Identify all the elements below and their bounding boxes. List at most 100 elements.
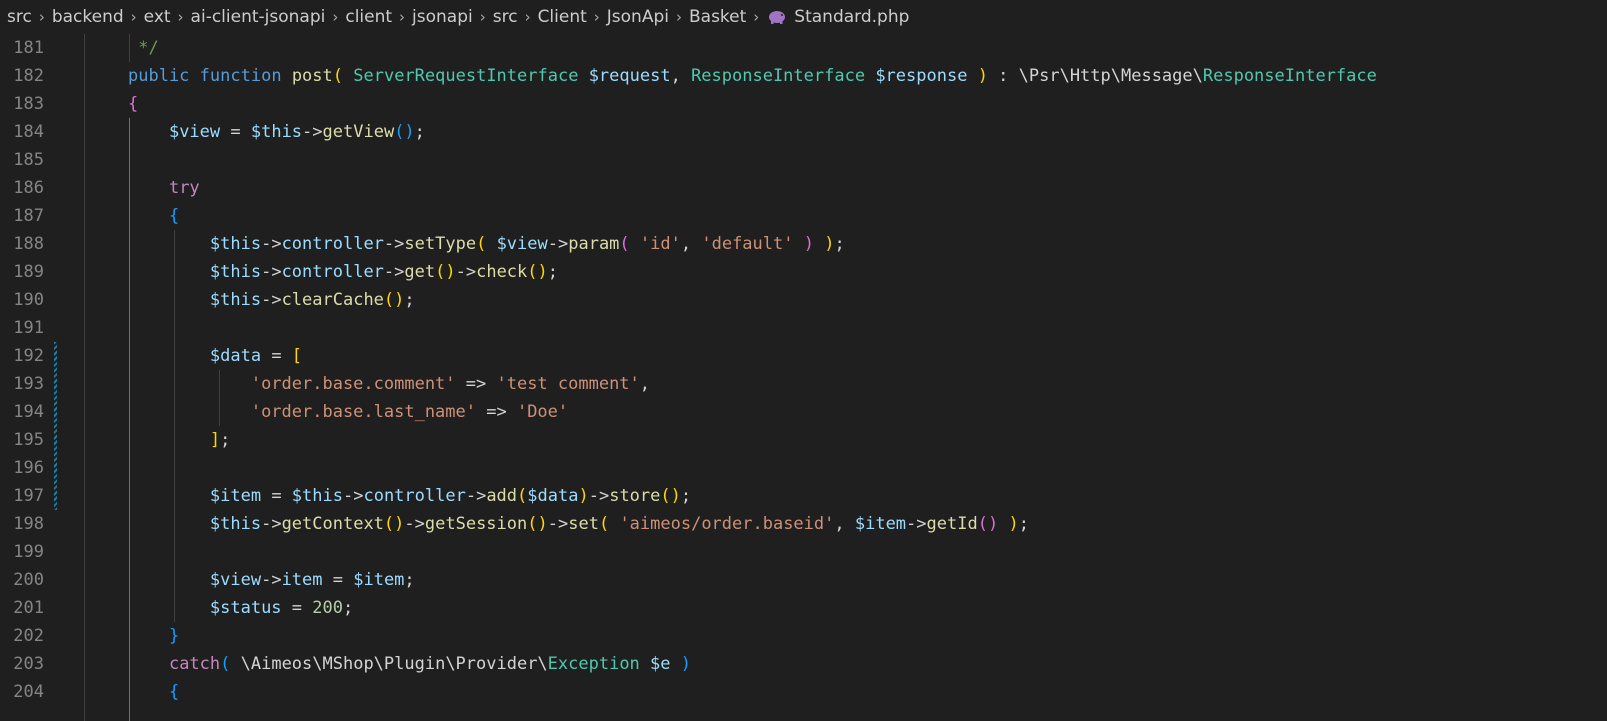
code-line[interactable]: 181 */ xyxy=(0,34,1607,62)
line-number[interactable]: 189 xyxy=(0,258,44,286)
line-number[interactable]: 196 xyxy=(0,454,44,482)
line-number[interactable]: 191 xyxy=(0,314,44,342)
code-token: controller xyxy=(281,234,384,254)
modified-line-marker[interactable] xyxy=(54,482,57,510)
code-line[interactable]: 202 } xyxy=(0,622,1607,650)
code-token: => xyxy=(455,374,497,394)
chevron-right-icon: › xyxy=(38,8,45,26)
line-number[interactable]: 181 xyxy=(0,34,44,62)
code-line[interactable]: 190 $this->clearCache(); xyxy=(0,286,1607,314)
line-number[interactable]: 193 xyxy=(0,370,44,398)
breadcrumb-item[interactable]: ai-client-jsonapi xyxy=(190,7,327,27)
code-line[interactable]: 183 { xyxy=(0,90,1607,118)
code-line[interactable]: 187 { xyxy=(0,202,1607,230)
modified-line-marker[interactable] xyxy=(54,370,57,398)
code-line[interactable]: 192 $data = [ xyxy=(0,342,1607,370)
code-line[interactable]: 200 $view->item = $item; xyxy=(0,566,1607,594)
line-number[interactable]: 202 xyxy=(0,622,44,650)
line-number[interactable]: 204 xyxy=(0,678,44,706)
modified-line-marker[interactable] xyxy=(54,454,57,482)
breadcrumb-item[interactable]: JsonApi xyxy=(606,7,670,27)
code-token: $view xyxy=(209,570,262,590)
code-token: { xyxy=(128,94,139,114)
code-line[interactable]: 191 xyxy=(0,314,1607,342)
breadcrumb-item[interactable]: ext xyxy=(143,7,172,27)
code-line[interactable]: 197 $item = $this->controller->add($data… xyxy=(0,482,1607,510)
code-text: try xyxy=(128,174,200,202)
code-line[interactable]: 185 xyxy=(0,146,1607,174)
code-line[interactable]: 186 try xyxy=(0,174,1607,202)
code-token: controller xyxy=(281,262,384,282)
code-editor[interactable]: 181 */182 public function post( ServerReq… xyxy=(0,34,1607,721)
modified-line-marker[interactable] xyxy=(54,342,57,370)
line-number[interactable]: 185 xyxy=(0,146,44,174)
code-line[interactable]: 182 public function post( ServerRequestIn… xyxy=(0,62,1607,90)
code-text: { xyxy=(128,202,179,230)
line-number[interactable]: 200 xyxy=(0,566,44,594)
code-token: -> xyxy=(302,122,323,142)
code-token: 'Doe' xyxy=(516,402,569,422)
code-line[interactable]: 184 $view = $this->getView(); xyxy=(0,118,1607,146)
code-token: -> xyxy=(342,486,364,506)
code-line[interactable]: 193 'order.base.comment' => 'test commen… xyxy=(0,370,1607,398)
line-number[interactable]: 186 xyxy=(0,174,44,202)
chevron-right-icon: › xyxy=(130,8,137,26)
modified-line-marker[interactable] xyxy=(54,398,57,426)
code-line[interactable]: 199 xyxy=(0,538,1607,566)
breadcrumb-item[interactable]: jsonapi xyxy=(411,7,474,27)
breadcrumb-item[interactable]: backend xyxy=(51,7,125,27)
line-number[interactable]: 199 xyxy=(0,538,44,566)
line-number[interactable]: 201 xyxy=(0,594,44,622)
code-text: { xyxy=(128,678,179,706)
code-line[interactable]: 196 xyxy=(0,454,1607,482)
line-number[interactable]: 184 xyxy=(0,118,44,146)
breadcrumb-item[interactable]: src xyxy=(6,7,33,27)
breadcrumb-item[interactable]: Client xyxy=(537,7,588,27)
code-token: -> xyxy=(404,514,425,534)
code-token: $this xyxy=(209,290,262,310)
code-line[interactable]: 198 $this->getContext()->getSession()->s… xyxy=(0,510,1607,538)
code-line[interactable]: 201 $status = 200; xyxy=(0,594,1607,622)
line-number[interactable]: 190 xyxy=(0,286,44,314)
breadcrumb-file[interactable]: Standard.php xyxy=(793,7,910,27)
code-token: = xyxy=(220,122,251,142)
line-number[interactable]: 197 xyxy=(0,482,44,510)
breadcrumb-item[interactable]: Basket xyxy=(688,7,747,27)
line-number[interactable]: 194 xyxy=(0,398,44,426)
code-token: 'order.base.comment' xyxy=(250,374,456,394)
code-token: ; xyxy=(547,262,559,282)
code-line[interactable]: 204 { xyxy=(0,678,1607,706)
breadcrumb-item[interactable]: src xyxy=(492,7,519,27)
code-token: , xyxy=(670,66,692,86)
code-token: 'aimeos/order.baseid' xyxy=(619,514,835,534)
code-token: 'default' xyxy=(701,234,794,254)
code-line[interactable]: 189 $this->controller->get()->check(); xyxy=(0,258,1607,286)
code-line[interactable]: 203 catch( \Aimeos\MShop\Plugin\Provider… xyxy=(0,650,1607,678)
code-token: = xyxy=(281,598,313,618)
line-number[interactable]: 195 xyxy=(0,426,44,454)
modified-line-marker[interactable] xyxy=(54,426,57,454)
code-token: check xyxy=(476,262,528,282)
breadcrumb-item[interactable]: client xyxy=(344,7,393,27)
code-line[interactable]: 195 ]; xyxy=(0,426,1607,454)
line-number[interactable]: 187 xyxy=(0,202,44,230)
line-number[interactable]: 192 xyxy=(0,342,44,370)
code-token: $this xyxy=(209,514,262,534)
code-line[interactable]: 188 $this->controller->setType( $view->p… xyxy=(0,230,1607,258)
code-token: () xyxy=(660,486,681,506)
line-number[interactable]: 188 xyxy=(0,230,44,258)
line-number[interactable]: 203 xyxy=(0,650,44,678)
code-line[interactable]: 194 'order.base.last_name' => 'Doe' xyxy=(0,398,1607,426)
line-number[interactable]: 198 xyxy=(0,510,44,538)
line-number[interactable]: 183 xyxy=(0,90,44,118)
code-token: -> xyxy=(261,262,282,282)
line-number[interactable]: 182 xyxy=(0,62,44,90)
code-token: getId xyxy=(926,514,978,534)
code-token: ( xyxy=(220,654,231,674)
